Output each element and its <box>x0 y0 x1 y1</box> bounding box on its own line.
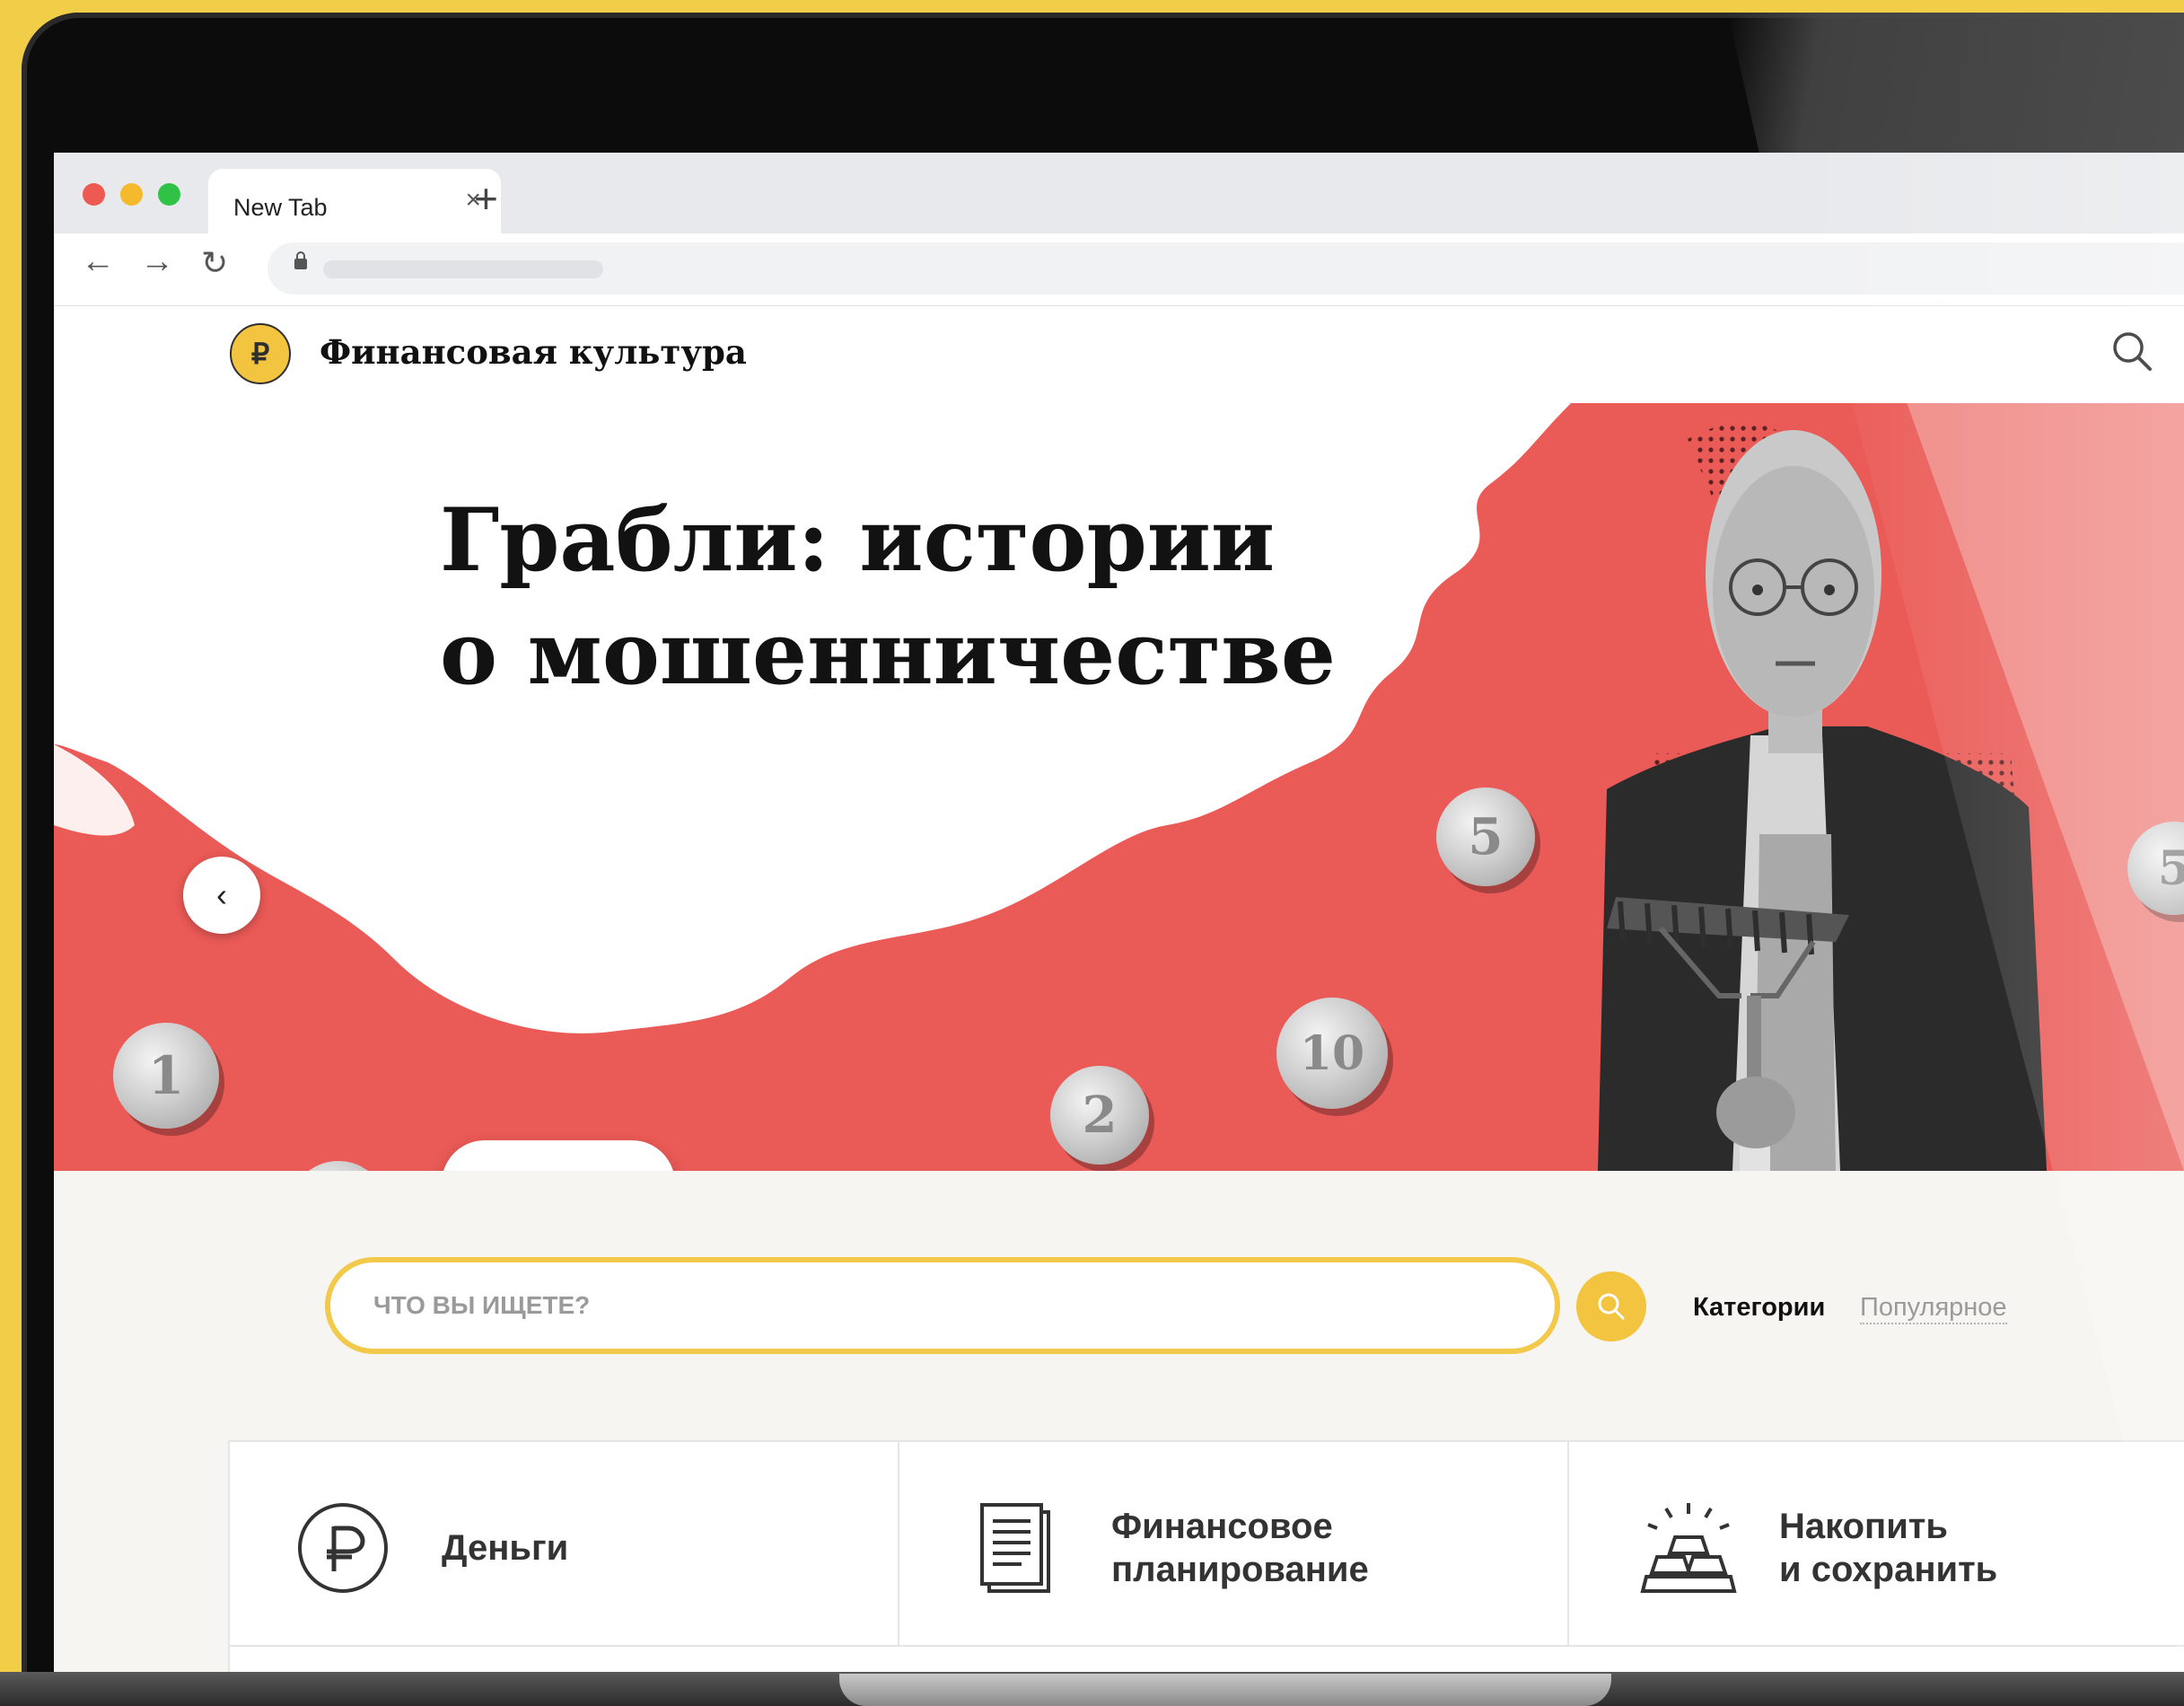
category-label: Накопить и сохранить <box>1779 1507 1998 1589</box>
minimize-window-button[interactable] <box>120 183 143 206</box>
hero-title[interactable]: Грабли: истории о мошенничестве <box>440 484 1336 710</box>
close-window-button[interactable] <box>83 183 105 206</box>
coin-icon: 2 <box>1050 1066 1149 1165</box>
header-search-icon[interactable] <box>2111 330 2153 372</box>
maximize-window-button[interactable] <box>158 183 180 206</box>
search-input[interactable]: ЧТО ВЫ ИЩЕТЕ? <box>325 1257 1560 1354</box>
url-text-placeholder <box>323 260 603 278</box>
address-bar[interactable] <box>268 242 2184 295</box>
tab-popular[interactable]: Популярное <box>1860 1293 2007 1324</box>
categories-grid: Деньги Финансовое планирование Накопить … <box>228 1440 2184 1672</box>
new-tab-button[interactable]: + <box>474 174 498 223</box>
coin-icon: 1 <box>113 1023 219 1129</box>
gold-bars-icon <box>1640 1503 1737 1593</box>
forward-arrow-icon[interactable]: → <box>140 242 174 281</box>
tab-categories[interactable]: Категории <box>1693 1293 1825 1323</box>
site-logo-text[interactable]: Финансовая культура <box>320 332 747 372</box>
tab-strip: New Tab × + <box>54 153 2184 235</box>
category-label: Финансовое планирование <box>1111 1507 1369 1589</box>
category-financial-planning[interactable]: Финансовое планирование <box>898 1442 1569 1647</box>
browser-tab[interactable]: New Tab × <box>208 169 501 235</box>
hero-banner: Грабли: истории о мошенничестве ‹ ЧИТАТЬ… <box>54 403 2184 1171</box>
category-label: Деньги <box>442 1528 569 1568</box>
reload-icon[interactable]: ↻ <box>201 244 228 282</box>
coin-icon: 10 <box>1276 998 1388 1109</box>
tab-title: New Tab <box>233 194 328 221</box>
coin-icon: 5 <box>1436 787 1535 886</box>
logo-ruble-icon[interactable]: ₽ <box>230 323 291 384</box>
category-money[interactable]: Деньги <box>230 1442 899 1647</box>
read-button[interactable]: ЧИТАТЬ <box>442 1140 675 1171</box>
browser-screen: New Tab × + ← → ↻ ₽ Финансовая культура <box>54 153 2184 1672</box>
search-icon <box>1598 1293 1625 1320</box>
back-arrow-icon[interactable]: ← <box>81 242 115 281</box>
man-with-rake-illustration <box>1598 423 2047 1171</box>
document-stack-icon <box>980 1503 1050 1593</box>
ruble-circle-icon <box>298 1503 388 1593</box>
browser-toolbar: ← → ↻ <box>54 233 2184 306</box>
laptop-hinge <box>839 1674 1611 1706</box>
lock-icon <box>294 251 307 269</box>
hero-prev-chevron-icon[interactable]: ‹ <box>183 857 260 934</box>
search-button[interactable] <box>1576 1271 1646 1341</box>
category-save[interactable]: Накопить и сохранить <box>1567 1442 2184 1647</box>
